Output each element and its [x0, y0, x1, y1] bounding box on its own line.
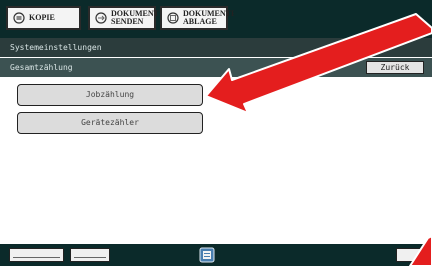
tab-document-archive[interactable]: DOKUMENTEN- ABLAGE	[160, 6, 245, 30]
tab-send-document-label: DOKUMENT SENDEN	[111, 9, 159, 26]
device-counter-button[interactable]: Gerätezähler	[17, 112, 203, 134]
status-bar	[0, 244, 432, 266]
section-bar: Gesamtzählung Zurück	[0, 58, 432, 77]
job-status-icon[interactable]	[198, 246, 216, 264]
back-button[interactable]: Zurück	[366, 61, 424, 74]
tab-copy[interactable]: KOPIE	[6, 6, 81, 30]
status-field-middle	[70, 248, 110, 262]
tab-copy-label: KOPIE	[29, 13, 55, 22]
tab-send-document[interactable]: DOKUMENT SENDEN	[88, 6, 159, 30]
copier-icon	[13, 12, 25, 24]
tab-bar-empty-area	[234, 6, 384, 30]
job-count-button[interactable]: Jobzählung	[17, 84, 203, 106]
touch-panel-screen: KOPIE DOKUMENT SENDEN DOKUMENTEN- ABLAGE…	[0, 0, 432, 266]
document-send-icon	[95, 12, 107, 24]
page-title: Systemeinstellungen	[0, 38, 432, 57]
document-archive-icon	[167, 12, 179, 24]
status-field-right	[396, 248, 426, 262]
status-field-left	[9, 248, 64, 262]
mode-tab-bar: KOPIE DOKUMENT SENDEN DOKUMENTEN- ABLAGE	[0, 0, 432, 38]
section-title: Gesamtzählung	[10, 63, 73, 72]
